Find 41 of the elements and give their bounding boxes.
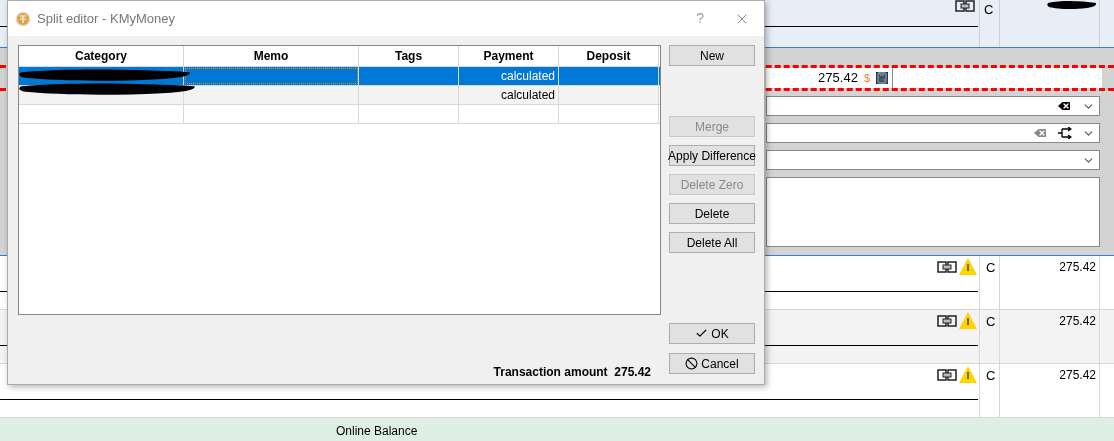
column-header[interactable]: Category	[19, 46, 184, 66]
column-header[interactable]: Payment	[459, 46, 559, 66]
dialog-button[interactable]: New	[669, 45, 755, 66]
amount-field[interactable]: 275.42 $	[766, 68, 893, 88]
ok-button[interactable]: OK	[669, 323, 755, 344]
column-header[interactable]: Memo	[184, 46, 359, 66]
link-icon	[937, 260, 957, 273]
column-header[interactable]: Deposit	[559, 46, 659, 66]
warning-icon	[959, 366, 977, 383]
amount-text: 275.42	[999, 310, 1100, 363]
currency-symbol: $	[863, 70, 870, 86]
status-text: C	[979, 364, 999, 417]
table-cell: calculated	[459, 67, 559, 85]
redaction-mark	[1047, 0, 1097, 10]
cancel-icon	[685, 357, 699, 370]
check-icon	[695, 327, 709, 340]
transaction-amount: Transaction amount 275.42	[493, 365, 651, 379]
window-title: Split editor - KMyMoney	[37, 9, 175, 28]
column-header[interactable]: Tags	[359, 46, 459, 66]
dialog-button[interactable]: Delete All	[669, 232, 755, 253]
input-field[interactable]	[893, 68, 1102, 88]
warning-icon	[959, 312, 977, 329]
status-text: C	[979, 310, 999, 363]
split-icon[interactable]	[1058, 127, 1072, 139]
calculator-icon[interactable]	[876, 72, 888, 84]
dialog-button[interactable]: Apply Difference	[669, 145, 755, 166]
dialog-button[interactable]: Delete	[669, 203, 755, 224]
cancel-button[interactable]: Cancel	[669, 353, 755, 374]
memo-area[interactable]	[766, 177, 1100, 247]
combo-box[interactable]	[766, 150, 1100, 170]
balance-label: Online Balance	[336, 423, 418, 440]
app-icon	[15, 10, 31, 27]
link-icon	[937, 368, 957, 381]
link-icon	[937, 314, 957, 327]
status-text: C	[979, 0, 999, 47]
amount-text: 275.42	[999, 364, 1100, 417]
table-cell: calculated	[459, 86, 559, 104]
link-icon	[955, 0, 975, 12]
status-text: C	[979, 256, 999, 309]
amount-text: 275.42	[999, 256, 1100, 309]
warning-icon	[959, 258, 977, 275]
